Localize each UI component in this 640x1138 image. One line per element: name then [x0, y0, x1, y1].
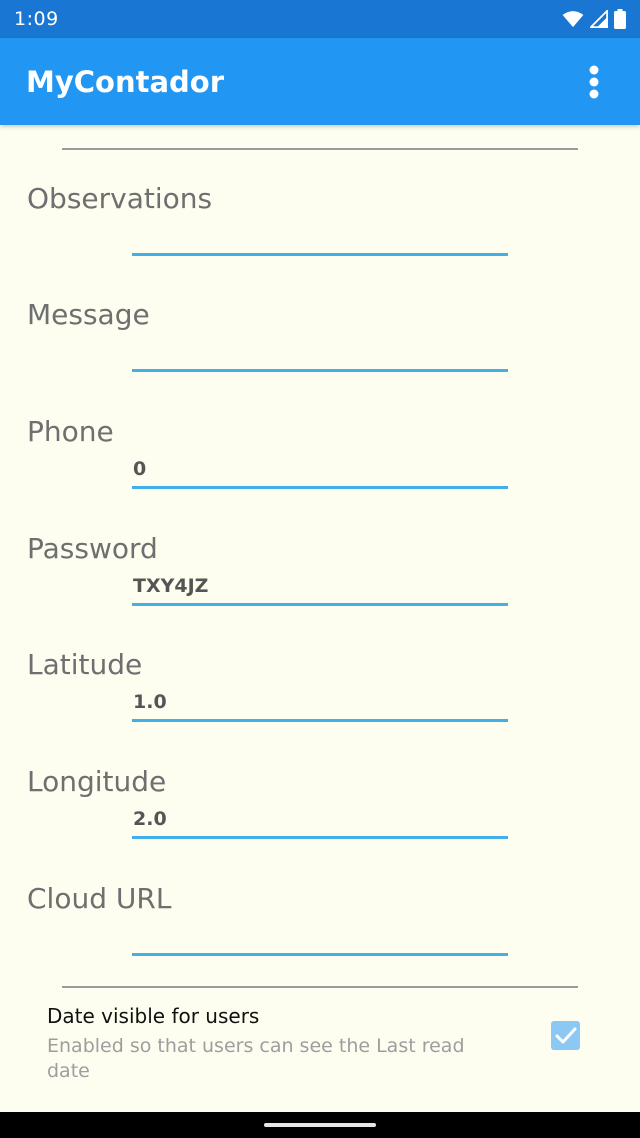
signal-icon	[590, 10, 608, 28]
phone-label: Phone	[27, 415, 114, 448]
longitude-label: Longitude	[27, 765, 167, 798]
observations-label: Observations	[27, 182, 213, 215]
preference-title: Date visible for users	[47, 1004, 260, 1028]
app-bar: MyContador	[0, 38, 640, 125]
password-label: Password	[27, 532, 158, 565]
phone-input[interactable]	[132, 453, 508, 489]
status-icons	[562, 9, 626, 29]
battery-icon	[614, 9, 626, 29]
check-icon	[555, 1027, 576, 1043]
navigation-bar	[0, 1112, 640, 1138]
app-title: MyContador	[26, 64, 225, 99]
bottom-divider	[62, 986, 578, 988]
more-vert-icon	[589, 65, 599, 98]
latitude-label: Latitude	[27, 648, 143, 681]
observations-input[interactable]	[132, 220, 508, 256]
date-visible-checkbox[interactable]	[551, 1021, 580, 1050]
cloud-url-label: Cloud URL	[27, 882, 172, 915]
status-bar: 1:09	[0, 0, 640, 38]
cloud-url-input[interactable]	[132, 920, 508, 956]
message-label: Message	[27, 298, 150, 331]
top-divider	[62, 148, 578, 150]
date-visible-preference[interactable]: Date visible for users Enabled so that u…	[0, 1000, 640, 1100]
home-handle[interactable]	[264, 1123, 376, 1127]
longitude-input[interactable]	[132, 803, 508, 839]
overflow-menu-button[interactable]	[570, 58, 618, 106]
preference-summary: Enabled so that users can see the Last r…	[47, 1035, 465, 1082]
latitude-input[interactable]	[132, 686, 508, 722]
password-input[interactable]	[132, 570, 508, 606]
wifi-icon	[562, 11, 584, 28]
message-input[interactable]	[132, 336, 508, 372]
status-time: 1:09	[14, 8, 59, 30]
